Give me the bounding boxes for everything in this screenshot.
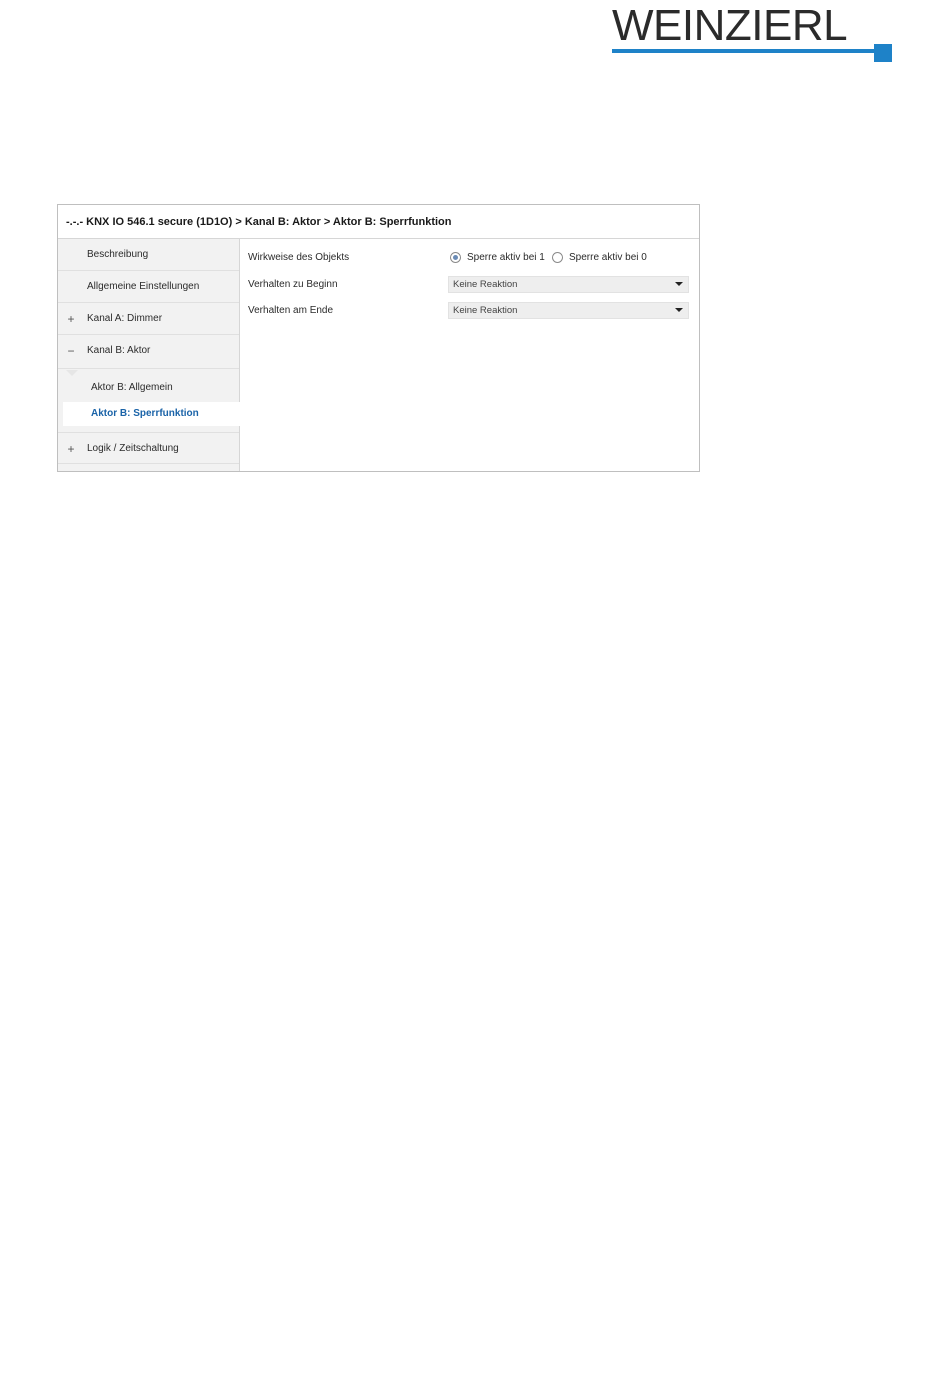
caret-down-icon	[675, 282, 683, 286]
caret-down-icon	[675, 308, 683, 312]
sidebar-item-label: Logik / Zeitschaltung	[87, 443, 179, 454]
expand-plus-icon[interactable]: +	[66, 303, 76, 335]
parameter-window: -.-.- KNX IO 546.1 secure (1D1O) > Kanal…	[57, 204, 700, 472]
collapse-minus-icon[interactable]: −	[66, 335, 76, 367]
sidebar-item-beschreibung[interactable]: Beschreibung	[58, 239, 239, 271]
select-value: Keine Reaktion	[453, 279, 518, 290]
wirkweise-label: Wirkweise des Objekts	[248, 252, 350, 263]
radio-sperre-aktiv-0-label[interactable]: Sperre aktiv bei 0	[569, 252, 647, 263]
sidebar-subitem-aktor-b-sperrfunktion[interactable]: Aktor B: Sperrfunktion	[63, 402, 240, 426]
expand-plus-icon[interactable]: +	[66, 433, 76, 465]
weinzierl-logo: WEINZIERL	[612, 4, 896, 62]
breadcrumb: -.-.- KNX IO 546.1 secure (1D1O) > Kanal…	[58, 205, 699, 239]
sidebar-item-label: Kanal A: Dimmer	[87, 313, 163, 324]
parameter-content: Wirkweise des Objekts Sperre aktiv bei 1…	[240, 239, 699, 471]
sidebar-item-kanal-a[interactable]: + Kanal A: Dimmer	[58, 303, 239, 335]
sidebar-subitem-label: Aktor B: Allgemein	[91, 382, 173, 393]
logo-square	[874, 44, 892, 62]
logo-underline	[612, 49, 880, 53]
sidebar-item-kanal-b[interactable]: − Kanal B: Aktor	[58, 335, 239, 369]
logo-text: WEINZIERL	[612, 1, 848, 50]
sidebar-item-label: Kanal B: Aktor	[87, 345, 151, 356]
verhalten-beginn-select[interactable]: Keine Reaktion	[448, 276, 689, 293]
sidebar-subitem-aktor-b-allgemein[interactable]: Aktor B: Allgemein	[58, 376, 239, 400]
sidebar-subitem-label: Aktor B: Sperrfunktion	[91, 408, 199, 419]
sidebar-item-logik[interactable]: + Logik / Zeitschaltung	[58, 432, 239, 464]
sidebar-item-label: Allgemeine Einstellungen	[87, 281, 200, 292]
radio-sperre-aktiv-1[interactable]	[450, 252, 461, 263]
verhalten-ende-label: Verhalten am Ende	[248, 305, 334, 316]
select-value: Keine Reaktion	[453, 305, 518, 316]
verhalten-ende-select[interactable]: Keine Reaktion	[448, 302, 689, 319]
verhalten-beginn-label: Verhalten zu Beginn	[248, 279, 338, 290]
sidebar-item-allgemeine-einstellungen[interactable]: Allgemeine Einstellungen	[58, 271, 239, 303]
sidebar: Beschreibung Allgemeine Einstellungen + …	[58, 239, 240, 471]
radio-sperre-aktiv-1-label[interactable]: Sperre aktiv bei 1	[467, 252, 545, 263]
radio-sperre-aktiv-0[interactable]	[552, 252, 563, 263]
sidebar-item-label: Beschreibung	[87, 249, 149, 260]
